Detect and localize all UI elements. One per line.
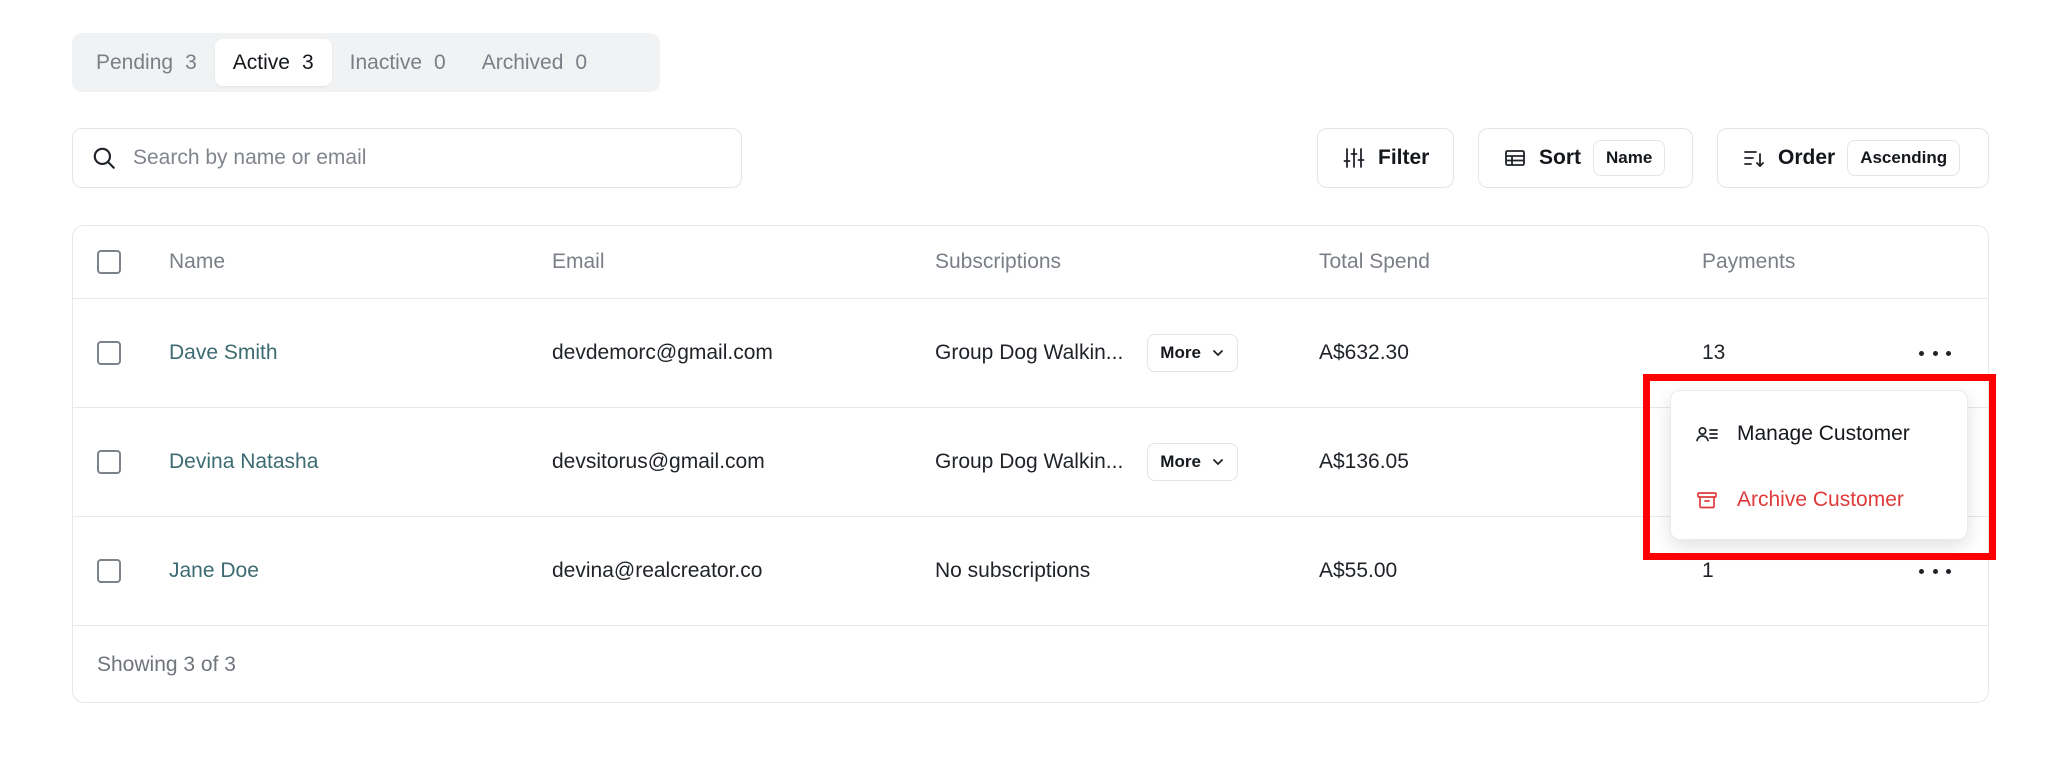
search-box[interactable] [72,128,742,188]
archive-customer-menu-item[interactable]: Archive Customer [1671,469,1967,531]
tab-count: 3 [185,50,197,74]
filter-label: Filter [1378,146,1430,169]
status-tabs: Pending 3 Active 3 Inactive 0 Archived 0 [72,33,660,92]
filter-button[interactable]: Filter [1317,128,1454,188]
sort-button[interactable]: Sort Name [1478,128,1693,188]
header-total-spend[interactable]: Total Spend [1319,226,1430,298]
search-icon [93,147,115,169]
row-checkbox-cell [97,408,121,516]
customer-name-link[interactable]: Jane Doe [169,517,259,625]
table-icon [1505,150,1525,166]
tab-label: Pending [96,50,174,74]
tab-count: 3 [301,50,314,74]
user-list-icon [1696,426,1718,442]
order-value-badge: Ascending [1847,140,1961,176]
row-checkbox-cell [97,517,121,625]
tab-inactive[interactable]: Inactive 0 [332,39,464,86]
subscription-text: Group Dog Walkin... [935,341,1124,364]
customer-email: devdemorc@gmail.com [552,341,773,364]
order-label: Order [1778,146,1836,169]
customer-email: devina@realcreator.co [552,559,763,582]
row-checkbox[interactable] [97,450,121,474]
sort-descending-icon [1744,151,1764,168]
subscription-text: Group Dog Walkin... [935,450,1124,473]
more-subscriptions-button[interactable]: More [1147,334,1238,372]
sort-label: Sort [1539,146,1581,169]
order-button[interactable]: Order Ascending [1717,128,1989,188]
more-label: More [1160,452,1201,471]
row-checkbox-cell [97,299,121,407]
manage-customer-label: Manage Customer [1737,422,1910,445]
header-checkbox-cell [97,226,121,298]
tab-active[interactable]: Active 3 [214,39,332,86]
more-horizontal-icon[interactable] [1915,557,1955,585]
sort-value-badge: Name [1593,140,1666,176]
sliders-icon [1343,148,1365,168]
archive-customer-label: Archive Customer [1737,488,1904,511]
table-header: Name Email Subscriptions Total Spend Pay… [73,226,1988,299]
subscriptions-cell: Group Dog Walkin... More [935,299,1238,407]
total-spend: A$632.30 [1319,341,1409,364]
tab-label: Archived [481,50,564,74]
header-subscriptions[interactable]: Subscriptions [935,226,1061,298]
manage-customer-menu-item[interactable]: Manage Customer [1671,403,1967,465]
more-subscriptions-button[interactable]: More [1147,443,1238,481]
tab-label: Active [232,50,290,74]
chevron-down-icon [1213,350,1223,357]
more-label: More [1160,343,1201,362]
row-checkbox[interactable] [97,341,121,365]
tab-count: 0 [575,50,588,74]
customer-email: devsitorus@gmail.com [552,450,765,473]
customer-name-link[interactable]: Dave Smith [169,299,278,407]
tab-archived[interactable]: Archived 0 [464,39,605,86]
tab-pending[interactable]: Pending 3 [78,39,215,86]
total-spend: A$136.05 [1319,450,1409,473]
row-actions-menu: Manage Customer Archive Customer [1670,390,1968,540]
header-email[interactable]: Email [552,226,605,298]
tab-label: Inactive [349,50,423,74]
customer-name-link[interactable]: Devina Natasha [169,408,318,516]
header-payments[interactable]: Payments [1702,226,1795,298]
row-checkbox[interactable] [97,559,121,583]
table-footer-count: Showing 3 of 3 [97,653,236,676]
subscriptions-cell: Group Dog Walkin... More [935,408,1238,516]
tab-count: 0 [434,50,446,74]
subscription-text: No subscriptions [935,559,1091,582]
select-all-checkbox[interactable] [97,250,121,274]
chevron-down-icon [1213,459,1223,466]
header-name[interactable]: Name [169,226,225,298]
more-horizontal-icon[interactable] [1915,339,1955,367]
search-input[interactable] [133,146,693,170]
total-spend: A$55.00 [1319,559,1398,582]
archive-icon [1697,492,1717,509]
